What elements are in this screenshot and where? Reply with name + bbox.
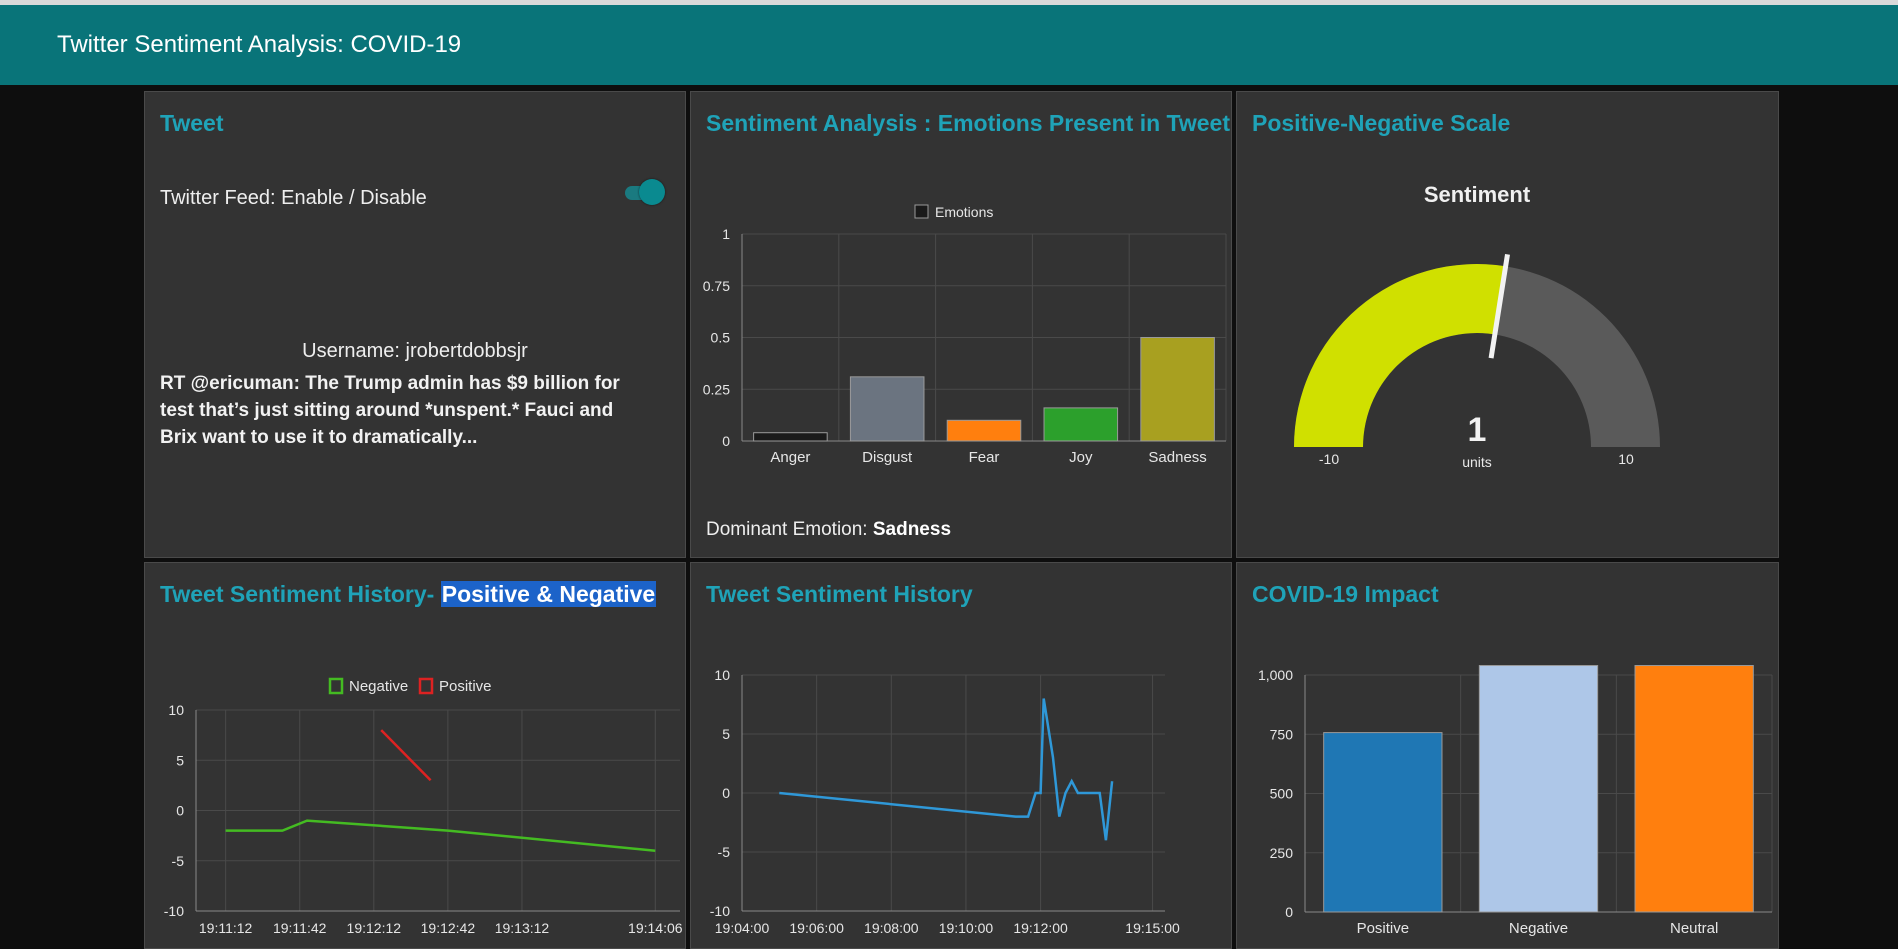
tweet-text: RT @ericuman: The Trump admin has $9 bil… [160, 373, 620, 448]
emotions-chart: Emotions 0 0.25 0.5 0.75 1 Anger Disgust Fear Joy… [703, 204, 1227, 466]
bar-joy [1043, 407, 1119, 442]
y-tick-label: 0 [1285, 904, 1293, 920]
x-tick-label: 19:13:12 [495, 920, 550, 936]
series-line [779, 698, 1114, 841]
x-tick-label: 19:14:06 [628, 920, 683, 936]
y-tick-label: 10 [714, 667, 730, 683]
x-tick-label: 19:12:42 [421, 920, 476, 936]
y-tick-label: 0.5 [711, 330, 731, 346]
x-tick-label: Positive [1357, 920, 1410, 937]
bar-sadness [1140, 337, 1215, 442]
gauge-units: units [1462, 454, 1492, 470]
y-tick-label: -5 [172, 853, 185, 869]
dominant-emotion-value: Sadness [872, 519, 952, 540]
x-tick-label: 19:15:00 [1125, 920, 1180, 936]
bar-fear [946, 419, 1022, 442]
dominant-emotion-label: Dominant Emotion: [706, 519, 868, 540]
x-tick-label: 19:10:00 [939, 920, 994, 936]
y-tick-label: -5 [718, 844, 731, 860]
x-tick-label: 19:11:12 [199, 920, 253, 936]
series-line-positive [380, 729, 432, 782]
legend-swatch-negative [328, 677, 344, 695]
y-tick-label: 0 [722, 433, 730, 449]
y-tick-label: -10 [164, 903, 184, 919]
bar-positive [1323, 732, 1443, 913]
y-tick-label: 250 [1270, 845, 1294, 861]
legend-label-emotions: Emotions [935, 204, 993, 220]
x-tick-label: 19:12:12 [347, 920, 402, 936]
tweet-panel-title: Tweet [160, 110, 224, 136]
emotion-panel: Sentiment Analysis : Emotions Present in… [690, 91, 1232, 558]
y-tick-label: 0.25 [703, 381, 730, 397]
history-panel: Tweet Sentiment History 10 5 0 -5 -10 19:04:0… [690, 562, 1232, 949]
bar-negative [1478, 665, 1599, 913]
history-pn-panel: Tweet Sentiment History- Positive & Nega… [144, 562, 686, 949]
bar-neutral [1634, 665, 1754, 913]
y-tick-label: 750 [1270, 726, 1294, 742]
twitter-feed-toggle-label: Twitter Feed: Enable / Disable [160, 187, 427, 209]
sentiment-gauge: Sentiment 1 units -10 10 [1294, 182, 1660, 470]
legend-swatch-positive [418, 677, 434, 695]
legend-label-positive: Positive [439, 678, 492, 695]
bar-anger [753, 432, 828, 442]
dominant-emotion: Dominant Emotion: Sadness [706, 519, 951, 541]
covid-impact-chart: 0 250 500 750 1,000 Positive Negative Neutral [1258, 665, 1773, 937]
x-tick-label: Fear [969, 449, 1000, 466]
x-tick-label: 19:04:00 [715, 920, 770, 936]
y-tick-label: 500 [1270, 786, 1294, 802]
gauge-min-label: -10 [1319, 451, 1339, 467]
bar-disgust [849, 376, 925, 442]
x-tick-label: Negative [1509, 920, 1568, 937]
y-tick-label: 0 [176, 803, 184, 819]
gauge-panel: Positive-Negative Scale Sentiment 1 unit… [1236, 91, 1779, 558]
x-tick-label: Neutral [1670, 920, 1718, 937]
gauge-title: Sentiment [1424, 182, 1531, 207]
x-tick-label: Disgust [862, 449, 913, 466]
y-tick-label: 1 [722, 226, 730, 242]
tweet-panel: Tweet Twitter Feed: Enable / Disable Use… [144, 91, 686, 558]
y-tick-label: 0 [722, 785, 730, 801]
impact-panel: COVID-19 Impact 0 250 500 750 1,000 Positive N… [1236, 562, 1779, 949]
x-tick-label: 19:06:00 [789, 920, 844, 936]
toggle-knob [639, 179, 665, 205]
y-tick-label: 0.75 [703, 278, 730, 294]
legend-label-negative: Negative [349, 678, 408, 695]
app-title: Twitter Sentiment Analysis: COVID-19 [57, 31, 462, 58]
x-tick-label: Anger [770, 449, 810, 466]
series-line-negative [225, 819, 656, 852]
x-tick-label: 19:08:00 [864, 920, 919, 936]
app-header: Twitter Sentiment Analysis: COVID-19 [0, 5, 1898, 85]
gauge-max-label: 10 [1618, 451, 1634, 467]
y-tick-label: 5 [176, 752, 184, 768]
x-tick-label: 19:11:42 [273, 920, 327, 936]
y-tick-label: 1,000 [1258, 667, 1293, 683]
gauge-value: 1 [1468, 411, 1487, 449]
x-tick-label: Joy [1069, 449, 1093, 466]
y-tick-label: -10 [710, 903, 730, 919]
y-tick-label: 10 [168, 702, 184, 718]
x-tick-label: 19:12:00 [1013, 920, 1068, 936]
x-tick-label: Sadness [1148, 449, 1206, 466]
tweet-username: Username: jrobertdobbsjr [302, 340, 528, 362]
twitter-feed-toggle[interactable] [625, 179, 665, 205]
legend-swatch-emotions [914, 204, 929, 219]
y-tick-label: 5 [722, 726, 730, 742]
pos-neg-history-chart: Negative Positive 10 5 0 -5 -10 19:11:12 19:11:4… [164, 677, 683, 936]
sentiment-history-chart: 10 5 0 -5 -1019:04:00 19:06:00 19:08:00 19:10:0… [710, 667, 1180, 936]
